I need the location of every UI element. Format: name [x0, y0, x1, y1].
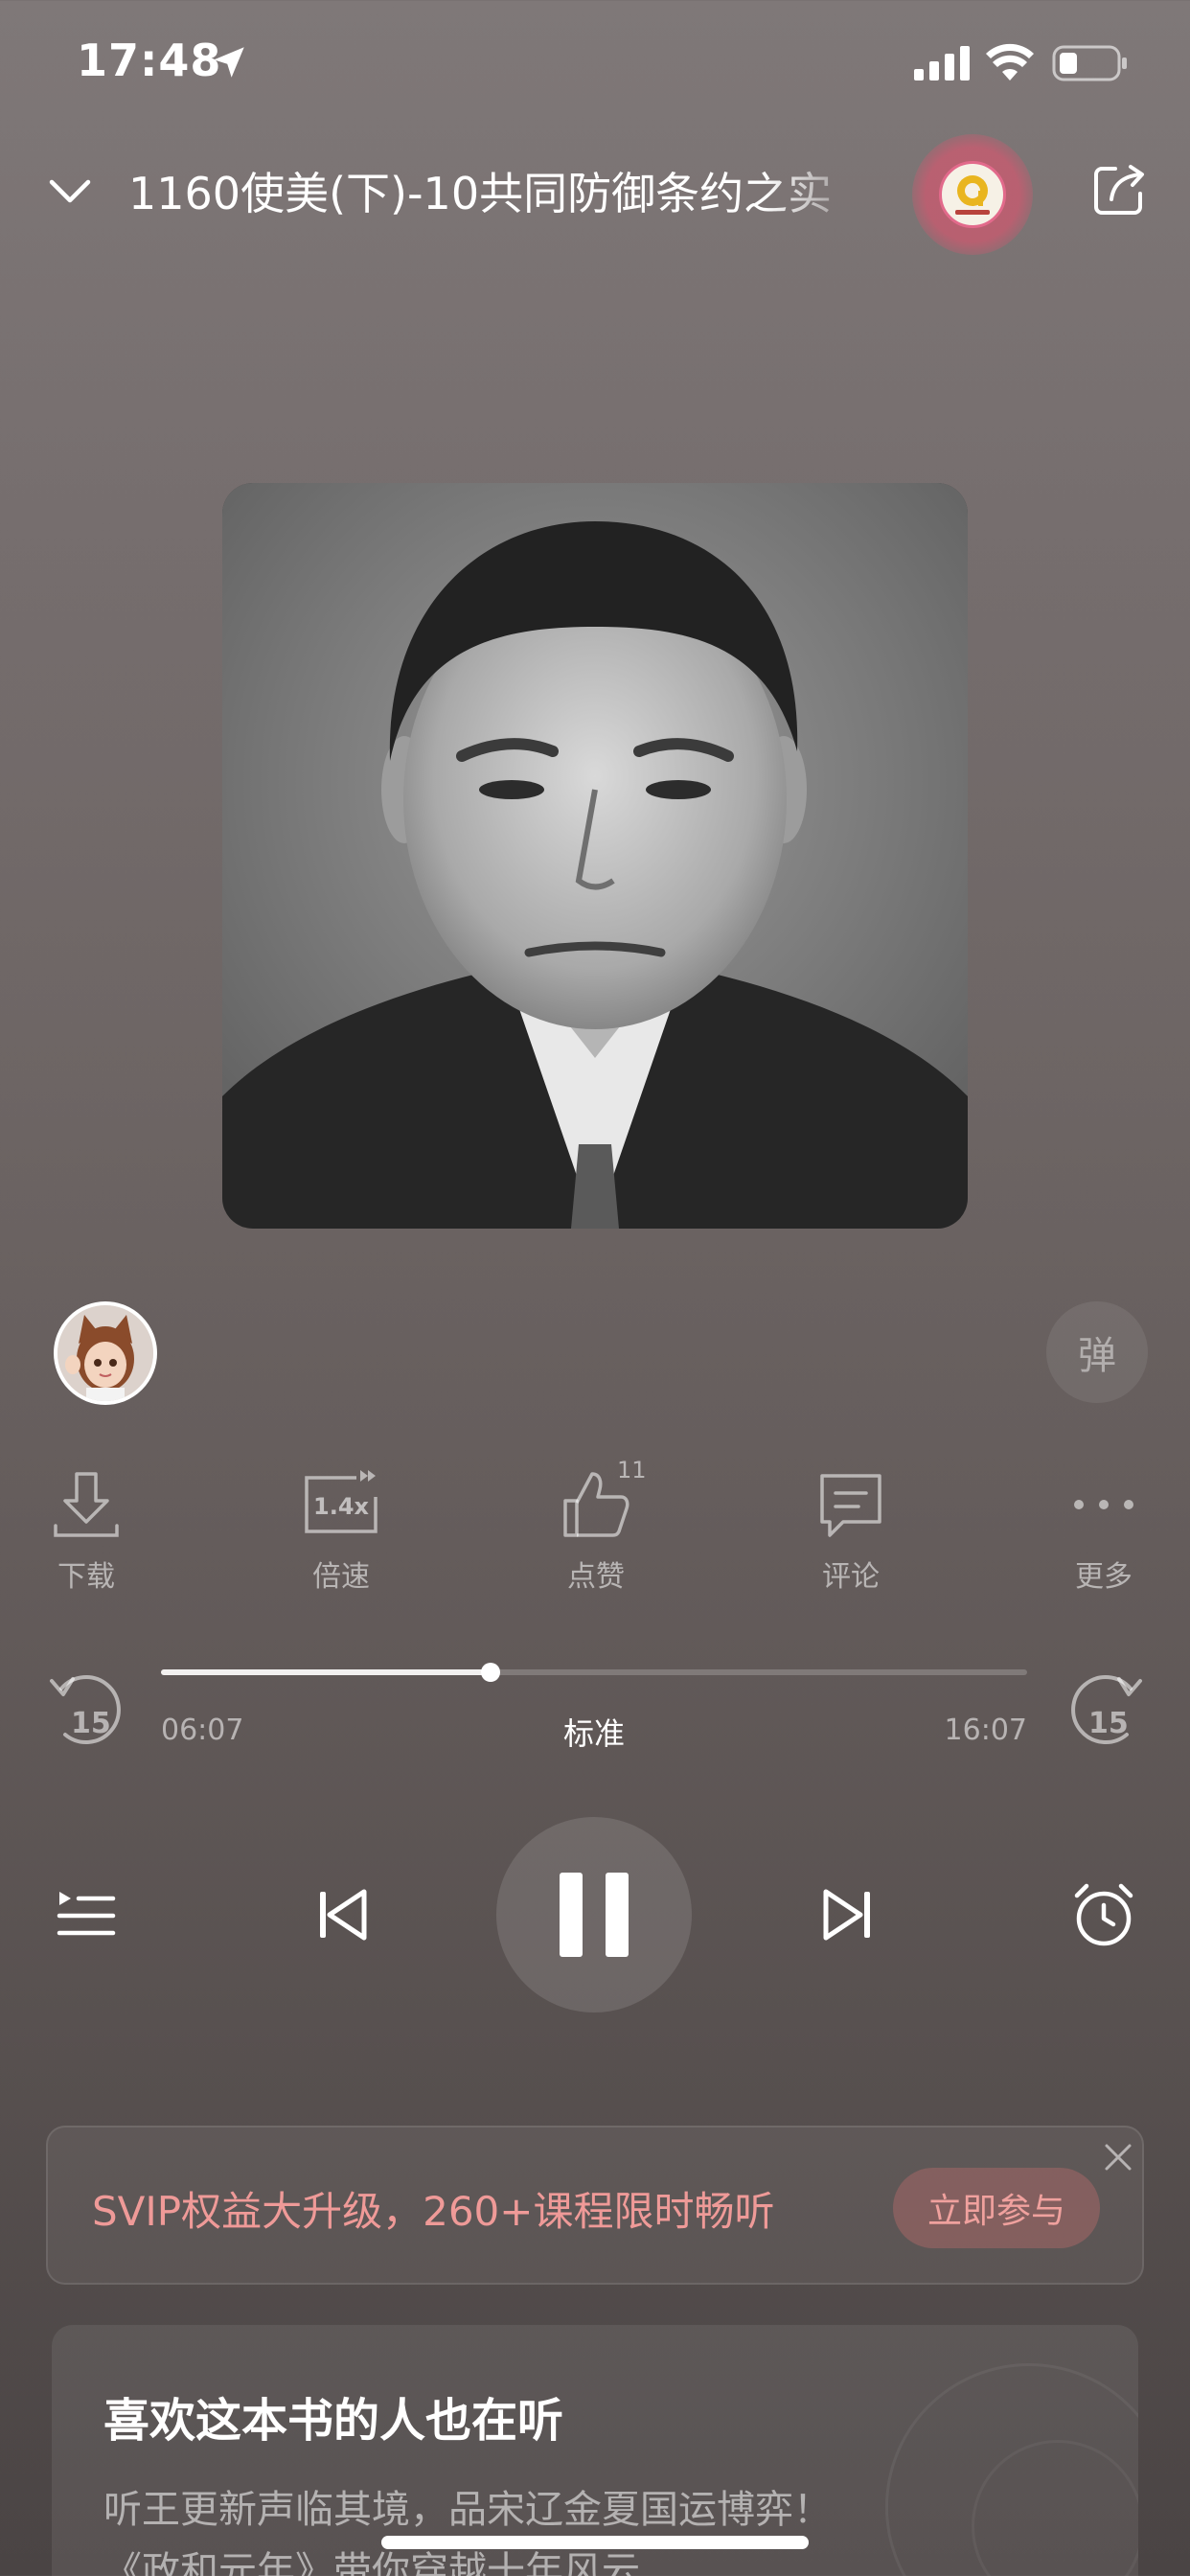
- more-action[interactable]: 更多: [1027, 1447, 1180, 1600]
- location-arrow-icon: [214, 47, 244, 78]
- status-time: 17:48: [77, 34, 222, 86]
- episode-title: 1160使美(下)-10共同防御条约之实: [128, 168, 833, 219]
- forward-15-icon[interactable]: 15: [1062, 1668, 1148, 1754]
- sleep-timer-icon[interactable]: [1069, 1880, 1138, 1949]
- rewind-seconds: 15: [71, 1707, 111, 1740]
- progress-slider[interactable]: [161, 1663, 1027, 1682]
- portrait-image: [222, 483, 968, 1229]
- cellular-signal-icon: [914, 46, 970, 80]
- comment-label: 评论: [822, 1560, 880, 1594]
- playlist-icon[interactable]: [56, 1884, 117, 1945]
- previous-track-icon[interactable]: [314, 1884, 372, 1945]
- like-label: 点赞: [567, 1560, 625, 1594]
- svip-promo-banner[interactable]: SVIP权益大升级，260+课程限时畅听 立即参与: [46, 2126, 1144, 2285]
- speed-icon: 1.4x: [305, 1470, 378, 1533]
- speed-action[interactable]: 1.4x 倍速: [264, 1447, 418, 1600]
- more-label: 更多: [1075, 1560, 1133, 1594]
- download-icon: [54, 1472, 119, 1537]
- total-time: 16:07: [944, 1714, 1027, 1747]
- join-now-button[interactable]: 立即参与: [893, 2168, 1100, 2248]
- recommendation-title: 喜欢这本书的人也在听: [103, 2394, 564, 2448]
- wifi-icon: [986, 43, 1034, 80]
- home-indicator[interactable]: [381, 2536, 809, 2549]
- share-icon[interactable]: [1088, 159, 1150, 220]
- audio-quality[interactable]: 标准: [517, 1710, 671, 1754]
- battery-icon: [1052, 45, 1127, 81]
- forward-seconds: 15: [1088, 1707, 1129, 1740]
- current-time: 06:07: [161, 1714, 244, 1747]
- like-count: 11: [617, 1457, 647, 1484]
- comment-icon: [820, 1474, 881, 1537]
- speed-value: 1.4x: [313, 1493, 370, 1520]
- rewind-15-icon[interactable]: 15: [44, 1668, 130, 1754]
- speed-label: 倍速: [312, 1560, 370, 1594]
- chevron-down-icon[interactable]: [46, 167, 94, 215]
- close-icon[interactable]: [1102, 2141, 1134, 2174]
- channel-badge[interactable]: [939, 161, 1006, 228]
- danmaku-toggle[interactable]: 弹: [1046, 1301, 1148, 1403]
- download-label: 下载: [57, 1560, 115, 1594]
- progress-fill: [161, 1669, 491, 1675]
- cover-art: [222, 483, 968, 1229]
- download-action[interactable]: 下载: [10, 1447, 163, 1600]
- progress-thumb[interactable]: [480, 1663, 500, 1682]
- like-action[interactable]: 11 点赞: [519, 1447, 673, 1600]
- cartoon-fox-girl-icon: [57, 1305, 153, 1401]
- comment-action[interactable]: 评论: [774, 1447, 927, 1600]
- promo-text: SVIP权益大升级，260+课程限时畅听: [92, 2188, 775, 2235]
- channel-logo-icon: [955, 175, 990, 215]
- pause-button[interactable]: [496, 1817, 692, 2012]
- more-icon: [1074, 1500, 1133, 1509]
- recommendation-line-1: 听王更新声临其境，品宋辽金夏国运博弈！: [103, 2488, 832, 2532]
- host-avatar[interactable]: [54, 1301, 157, 1405]
- next-track-icon[interactable]: [818, 1884, 876, 1945]
- pause-icon: [560, 1873, 629, 1957]
